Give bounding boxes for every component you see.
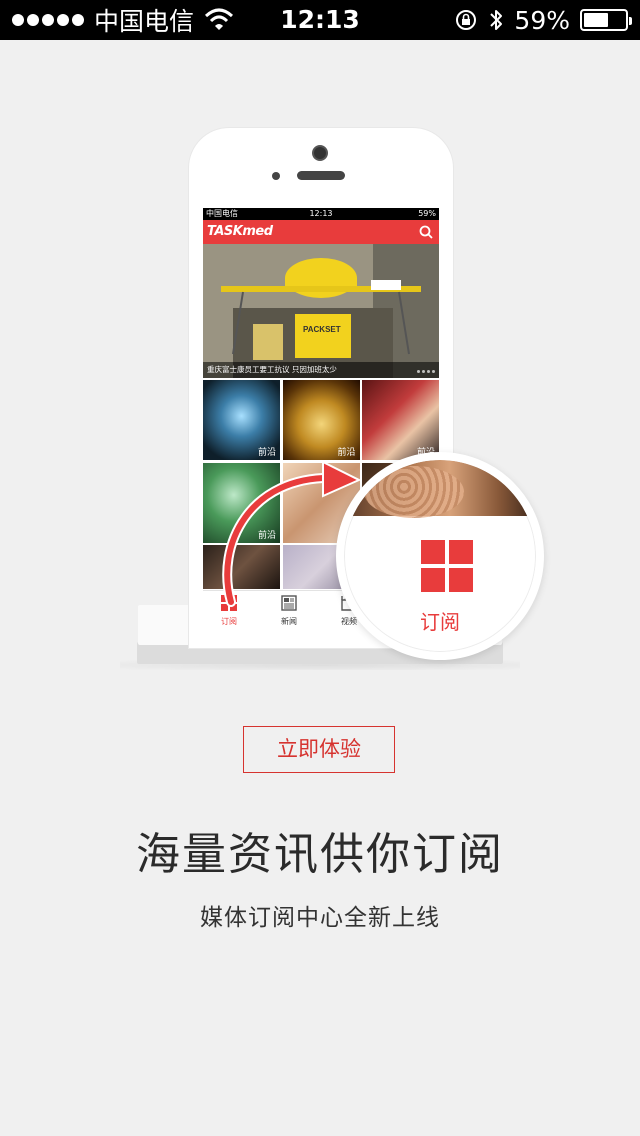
rotation-lock-icon bbox=[456, 10, 477, 30]
article-tile[interactable]: 前沿 bbox=[362, 380, 439, 460]
search-icon bbox=[419, 225, 433, 239]
status-bar: 中国电信 12:13 59% bbox=[0, 0, 640, 40]
battery-icon bbox=[580, 9, 632, 31]
phone-camera bbox=[314, 147, 326, 159]
phone-speaker bbox=[297, 171, 345, 180]
bluetooth-icon bbox=[490, 10, 503, 30]
app-logo: TASKmed bbox=[207, 224, 273, 239]
try-now-button[interactable]: 立即体验 bbox=[243, 726, 395, 773]
phone-sensor bbox=[272, 172, 280, 180]
carousel-dots bbox=[417, 370, 435, 373]
subscribe-grid-icon bbox=[421, 540, 473, 592]
tab-label: 订阅 bbox=[221, 617, 237, 626]
svg-text:PACKSET: PACKSET bbox=[303, 325, 341, 334]
status-right: 59% bbox=[454, 0, 632, 40]
mini-app-header: TASKmed bbox=[203, 220, 439, 244]
magnifier-bubble: 订阅 bbox=[336, 452, 544, 660]
magnifier-inner: 订阅 bbox=[344, 460, 536, 652]
page-subheadline: 媒体订阅中心全新上线 bbox=[200, 905, 440, 931]
bubble-label: 订阅 bbox=[420, 610, 460, 634]
hero-caption: 重庆富士康员工要工抗议 只因加班太少 bbox=[203, 362, 439, 378]
page-headline: 海量资讯供你订阅 bbox=[136, 829, 504, 880]
mini-time: 12:13 bbox=[309, 209, 333, 218]
battery-percentage: 59% bbox=[514, 5, 570, 35]
article-tile[interactable]: 前沿 bbox=[282, 380, 360, 460]
mini-battery: 59% bbox=[418, 209, 436, 218]
hero-image: PACKSET 重庆富士康员工要工抗议 只因加班太少 bbox=[203, 244, 439, 378]
drone-image: PACKSET bbox=[203, 244, 439, 378]
brain-image bbox=[344, 460, 536, 518]
article-tile[interactable]: 前沿 bbox=[203, 380, 280, 460]
tab-label: 新闻 bbox=[281, 617, 297, 626]
mini-status-bar: 中国电信 12:13 59% bbox=[203, 208, 439, 220]
